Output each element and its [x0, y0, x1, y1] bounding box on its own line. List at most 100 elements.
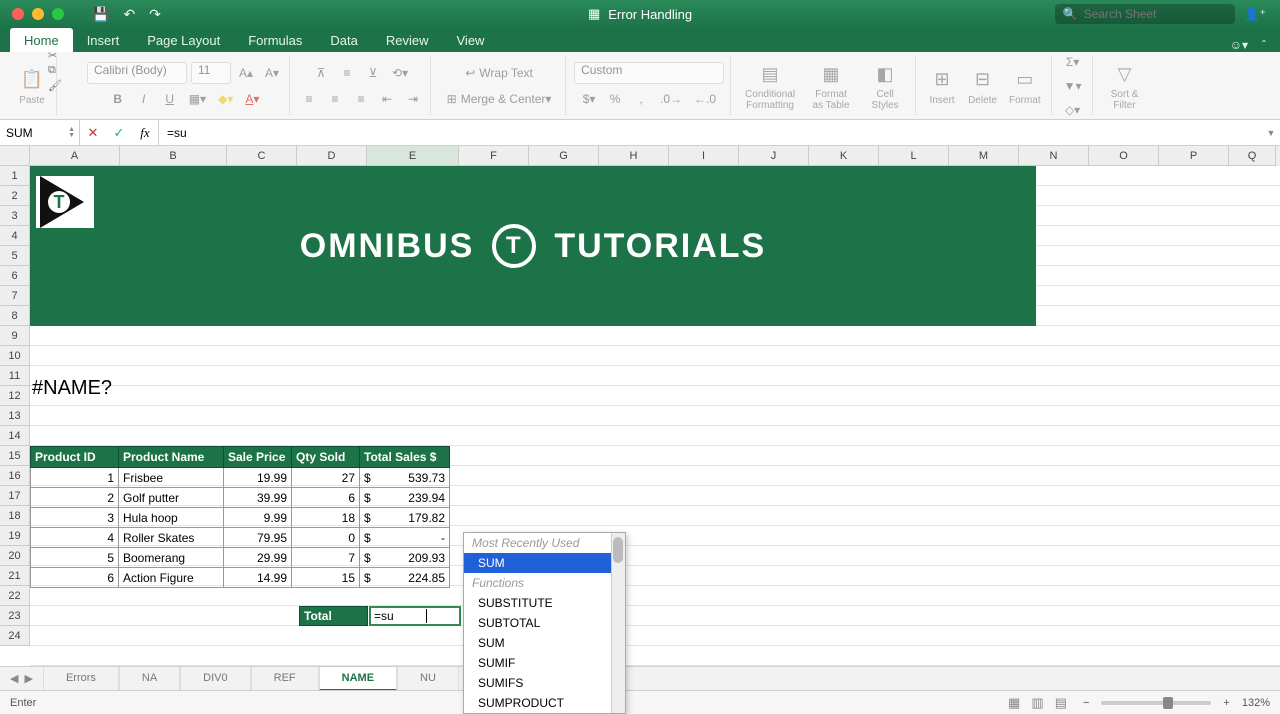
table-header[interactable]: Total Sales $	[360, 447, 450, 468]
font-color-button[interactable]: A▾	[241, 88, 263, 110]
col-header-B[interactable]: B	[120, 146, 227, 166]
currency-button[interactable]: $▾	[578, 88, 600, 110]
zoom-icon[interactable]	[52, 8, 64, 20]
page-break-icon[interactable]: ▤	[1051, 695, 1071, 710]
sheet-prev-icon[interactable]: ◀	[10, 672, 18, 685]
sheet-tab-ref[interactable]: REF	[251, 667, 319, 691]
decrease-decimal-icon[interactable]: ←.0	[690, 88, 720, 110]
merge-center-button[interactable]: ⊞ Merge & Center ▾	[439, 88, 559, 110]
row-headers[interactable]: 123456789101112131415161718192021222324	[0, 166, 30, 646]
increase-indent-icon[interactable]: ⇥	[402, 88, 424, 110]
name-box[interactable]: SUM ▲▼	[0, 120, 80, 145]
col-header-P[interactable]: P	[1159, 146, 1229, 166]
underline-button[interactable]: U	[159, 88, 181, 110]
font-size-select[interactable]: 11	[191, 62, 231, 84]
zoom-level[interactable]: 132%	[1242, 697, 1270, 709]
total-label-cell[interactable]: Total	[299, 606, 368, 626]
cancel-icon[interactable]: ✕	[80, 125, 106, 141]
search-sheet[interactable]: 🔍	[1055, 4, 1235, 24]
align-center-icon[interactable]: ≡	[324, 88, 346, 110]
border-button[interactable]: ▦▾	[185, 88, 210, 110]
ac-item-sumif[interactable]: SUMIF	[464, 653, 625, 673]
tab-review[interactable]: Review	[372, 28, 443, 52]
row-header-5[interactable]: 5	[0, 246, 30, 266]
save-icon[interactable]: 💾	[92, 6, 109, 23]
select-all-corner[interactable]	[0, 146, 30, 166]
scrollbar[interactable]	[611, 533, 625, 713]
col-header-J[interactable]: J	[739, 146, 809, 166]
font-name-select[interactable]: Calibri (Body)	[87, 62, 187, 84]
col-header-A[interactable]: A	[30, 146, 120, 166]
row-header-1[interactable]: 1	[0, 166, 30, 186]
table-row[interactable]: 5Boomerang29.997$209.93	[31, 548, 450, 568]
function-autocomplete[interactable]: Most Recently Used SUM Functions SUBSTIT…	[463, 532, 626, 714]
col-header-M[interactable]: M	[949, 146, 1019, 166]
align-middle-icon[interactable]: ≡	[336, 62, 358, 84]
insert-cells-button[interactable]: ⊞Insert	[924, 66, 960, 106]
zoom-out-button[interactable]: −	[1083, 697, 1089, 709]
row-header-19[interactable]: 19	[0, 526, 30, 546]
sheet-tab-nu[interactable]: NU	[397, 667, 459, 691]
increase-decimal-icon[interactable]: .0→	[656, 88, 686, 110]
col-header-G[interactable]: G	[529, 146, 599, 166]
search-input[interactable]	[1084, 7, 1214, 21]
bold-button[interactable]: B	[107, 88, 129, 110]
row-header-2[interactable]: 2	[0, 186, 30, 206]
sheet-tab-errors[interactable]: Errors	[43, 667, 119, 691]
zoom-slider[interactable]	[1101, 701, 1211, 705]
col-header-D[interactable]: D	[297, 146, 367, 166]
row-header-8[interactable]: 8	[0, 306, 30, 326]
undo-icon[interactable]: ↶	[123, 6, 135, 23]
row-header-22[interactable]: 22	[0, 586, 30, 606]
row-header-12[interactable]: 12	[0, 386, 30, 406]
col-header-N[interactable]: N	[1019, 146, 1089, 166]
decrease-indent-icon[interactable]: ⇤	[376, 88, 398, 110]
ac-item-sum[interactable]: SUM	[464, 633, 625, 653]
sheet-tab-div0[interactable]: DIV0	[180, 667, 250, 691]
italic-button[interactable]: I	[133, 88, 155, 110]
page-layout-icon[interactable]: ▥	[1027, 695, 1047, 710]
sheet-next-icon[interactable]: ▶	[24, 672, 32, 685]
row-header-9[interactable]: 9	[0, 326, 30, 346]
sort-filter-button[interactable]: ▽Sort & Filter	[1101, 60, 1149, 111]
table-header[interactable]: Sale Price	[224, 447, 292, 468]
row-header-20[interactable]: 20	[0, 546, 30, 566]
comma-button[interactable]: ,	[630, 88, 652, 110]
sheet-tab-name[interactable]: NAME	[319, 667, 397, 691]
col-header-K[interactable]: K	[809, 146, 879, 166]
copy-icon[interactable]: ⧉	[48, 64, 62, 77]
ac-item-sum-recent[interactable]: SUM	[464, 553, 625, 573]
normal-view-icon[interactable]: ▦	[1004, 695, 1024, 710]
row-header-21[interactable]: 21	[0, 566, 30, 586]
zoom-in-button[interactable]: +	[1223, 697, 1229, 709]
tab-data[interactable]: Data	[316, 28, 371, 52]
format-cells-button[interactable]: ▭Format	[1005, 66, 1045, 106]
wrap-text-button[interactable]: ↩ Wrap Text	[449, 62, 549, 84]
col-header-L[interactable]: L	[879, 146, 949, 166]
tab-home[interactable]: Home	[10, 28, 73, 52]
align-bottom-icon[interactable]: ⊻	[362, 62, 384, 84]
format-painter-icon[interactable]: 🖌	[48, 79, 62, 92]
row-header-6[interactable]: 6	[0, 266, 30, 286]
table-row[interactable]: 1Frisbee19.9927$539.73	[31, 468, 450, 488]
conditional-formatting-button[interactable]: ▤Conditional Formatting	[739, 60, 801, 111]
tab-view[interactable]: View	[443, 28, 499, 52]
active-edit-cell[interactable]: =su	[369, 606, 461, 626]
share-icon[interactable]: 👤⁺	[1245, 7, 1266, 21]
col-header-Q[interactable]: Q	[1229, 146, 1276, 166]
data-table[interactable]: Product IDProduct NameSale PriceQty Sold…	[30, 446, 450, 588]
ac-item-subtotal[interactable]: SUBTOTAL	[464, 613, 625, 633]
table-row[interactable]: 3Hula hoop9.9918$179.82	[31, 508, 450, 528]
col-header-C[interactable]: C	[227, 146, 297, 166]
name-error-cell[interactable]: #NAME?	[32, 377, 112, 400]
row-header-16[interactable]: 16	[0, 466, 30, 486]
row-header-15[interactable]: 15	[0, 446, 30, 466]
view-buttons[interactable]: ▦ ▥ ▤	[1004, 695, 1071, 711]
ac-item-sumifs[interactable]: SUMIFS	[464, 673, 625, 693]
tab-formulas[interactable]: Formulas	[234, 28, 316, 52]
collapse-ribbon-icon[interactable]: ˆ	[1262, 38, 1266, 52]
orientation-icon[interactable]: ⟲▾	[388, 62, 412, 84]
row-header-7[interactable]: 7	[0, 286, 30, 306]
decrease-font-icon[interactable]: A▾	[261, 62, 283, 84]
close-icon[interactable]	[12, 8, 24, 20]
